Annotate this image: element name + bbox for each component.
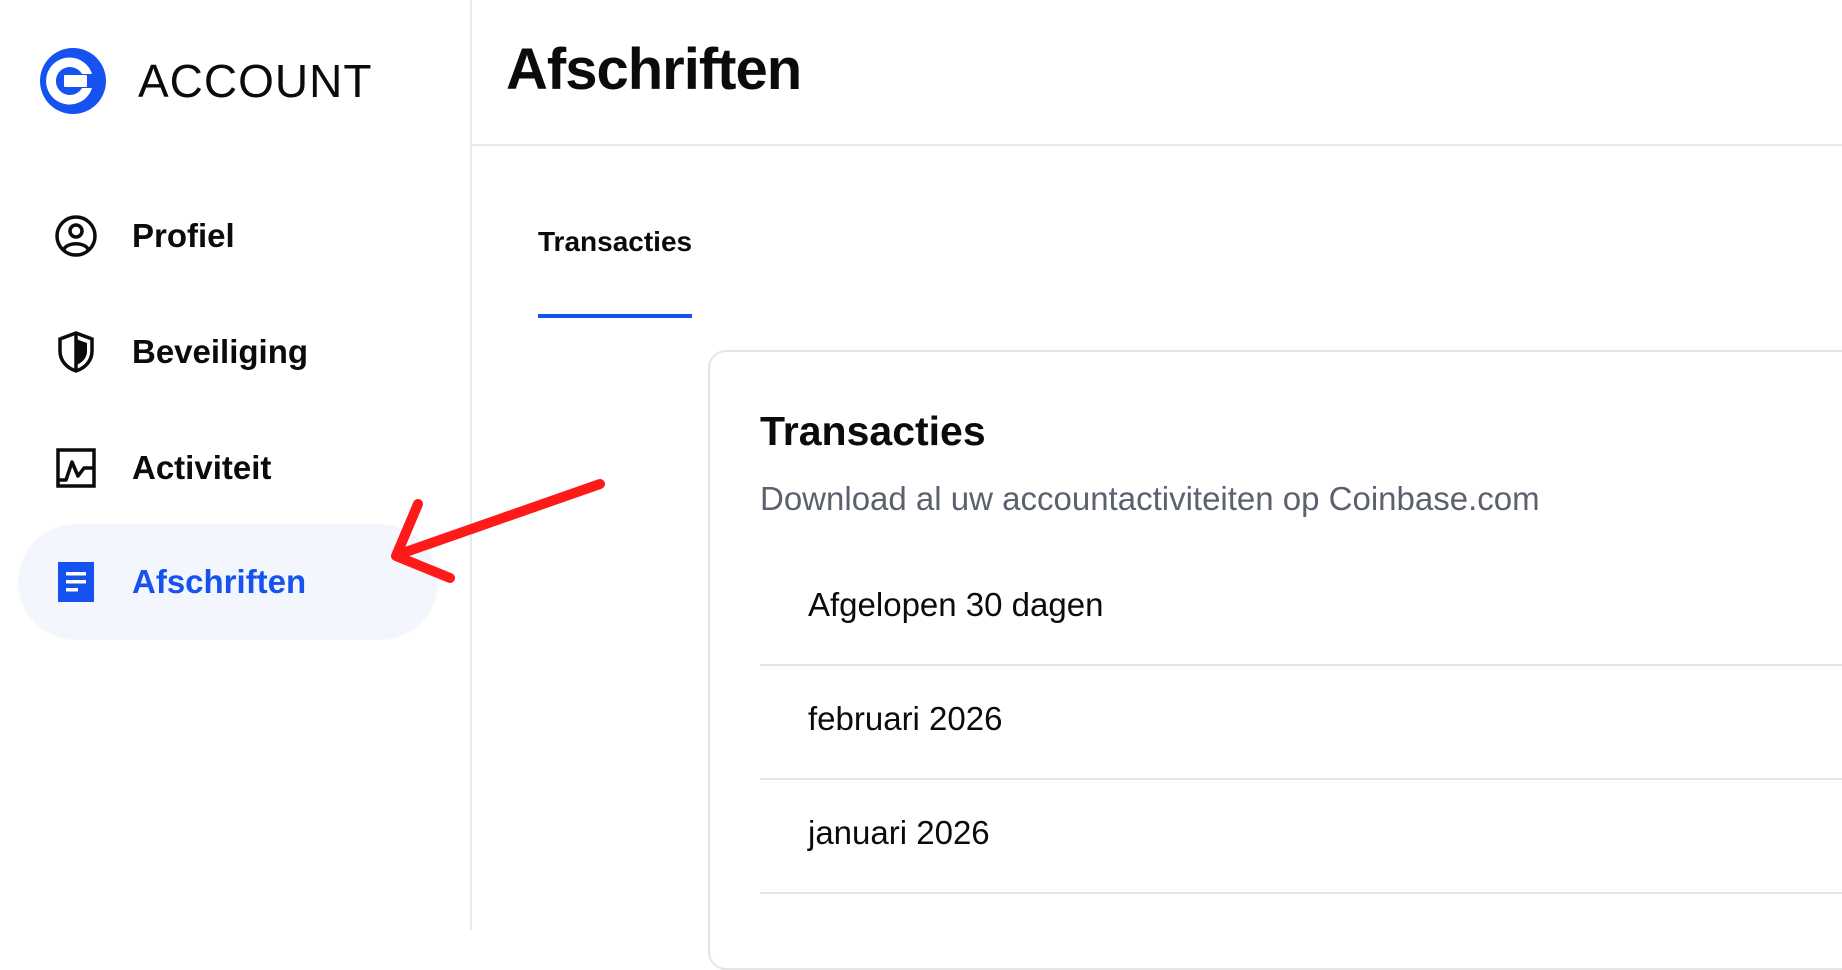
page-header: Afschriften [472, 0, 1842, 146]
card-subtitle: Download al uw accountactiviteiten op Co… [760, 480, 1540, 517]
user-circle-icon [54, 214, 98, 258]
sidebar-item-label: Afschriften [132, 563, 307, 600]
sidebar-item-profiel[interactable]: Profiel [18, 178, 438, 294]
document-icon [54, 560, 98, 604]
activity-chart-icon [54, 446, 98, 490]
tab-transacties[interactable]: Transacties [538, 226, 693, 318]
sidebar: ACCOUNT Profiel Beveiliging Activiteit A… [0, 0, 472, 930]
sidebar-item-label: Activiteit [132, 449, 272, 486]
statement-row-january-2026[interactable]: januari 2026 [760, 780, 1842, 894]
statement-row-last-30-days[interactable]: Afgelopen 30 dagen [760, 552, 1842, 666]
sidebar-item-afschriften[interactable]: Afschriften [18, 524, 438, 640]
tab-selected-indicator [538, 314, 693, 318]
statement-row-label: Afgelopen 30 dagen [808, 586, 1104, 623]
statement-row-label: januari 2026 [808, 814, 990, 851]
page-title: Afschriften [506, 37, 802, 102]
transactions-card: Transacties Download al uw accountactivi… [708, 350, 1842, 970]
brand-name: ACCOUNT [138, 55, 373, 107]
coinbase-logo-icon [40, 48, 106, 114]
sidebar-item-beveiliging[interactable]: Beveiliging [18, 294, 438, 410]
shield-icon [54, 330, 98, 374]
statement-row-february-2026[interactable]: februari 2026 [760, 666, 1842, 780]
sidebar-item-activiteit[interactable]: Activiteit [18, 410, 438, 526]
card-title: Transacties [760, 408, 986, 454]
tab-label: Transacties [538, 226, 693, 257]
statement-row-label: februari 2026 [808, 700, 1003, 737]
sidebar-item-label: Beveiliging [132, 333, 309, 370]
brand-header[interactable]: ACCOUNT [40, 48, 372, 114]
sidebar-item-label: Profiel [132, 217, 235, 254]
